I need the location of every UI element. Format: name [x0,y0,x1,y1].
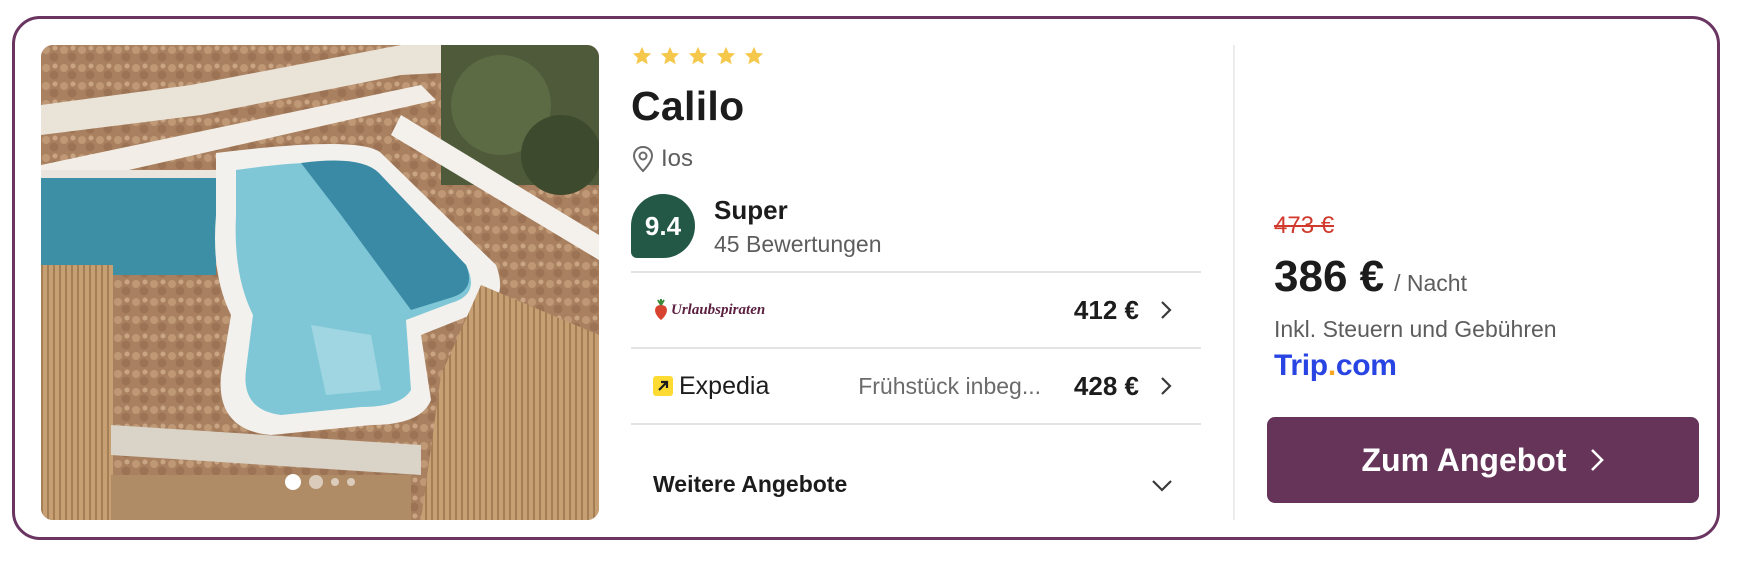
star-icon [716,46,736,65]
per-night-label: / Nacht [1394,270,1467,296]
star-icon [688,46,708,65]
expedia-arrow-icon [653,376,673,396]
pool-photo [41,45,599,520]
carousel-dot-4[interactable] [347,478,355,486]
map-pin-icon [632,145,654,173]
provider-name-part1: Trip [1274,349,1328,382]
offer-note: Frühstück inbeg... [858,372,1041,399]
hotel-photo-carousel[interactable] [41,45,599,520]
hotel-card[interactable]: Calilo Ios 9.4 Super 45 Bewertungen Urla… [12,16,1720,540]
expedia-wordmark: Expedia [679,371,770,400]
more-offers-toggle[interactable]: Weitere Angebote [631,465,1201,505]
offer-price: 412 € [1073,294,1139,325]
provider-name-dot: . [1327,349,1336,382]
carousel-dot-2[interactable] [309,475,323,489]
chevron-right-icon [1590,449,1604,471]
chevron-right-icon [1161,301,1172,319]
urlaubspiraten-logo: Urlaubspiraten [653,299,765,321]
offer-price: 428 € [1073,370,1139,401]
location-label: Ios [661,145,694,172]
chevron-down-icon [1152,480,1172,492]
score-badge: 9.4 [631,194,695,258]
offer-row-expedia[interactable]: Expedia Frühstück inbeg... 428 € [631,349,1201,423]
score-label: Super [714,195,788,225]
offer-row-urlaubspiraten[interactable]: Urlaubspiraten 412 € [631,273,1201,347]
strawberry-icon [655,299,667,320]
star-icon [632,46,652,65]
carousel-indicators[interactable] [41,474,599,490]
provider-name-part2: com [1335,349,1397,382]
carousel-dot-1[interactable] [285,474,301,490]
old-price: 473 € [1274,212,1335,239]
chevron-right-icon [1161,377,1172,395]
more-offers-label: Weitere Angebote [653,471,848,497]
price-row: 386 € / Nacht [1274,252,1467,302]
hotel-name[interactable]: Calilo [631,83,744,130]
star-icon [660,46,680,65]
divider [631,423,1201,425]
current-price: 386 € [1274,252,1385,301]
view-deal-button[interactable]: Zum Angebot [1267,417,1699,503]
urlaubspiraten-wordmark: Urlaubspiraten [671,301,766,318]
view-deal-label: Zum Angebot [1361,441,1567,478]
star-icon [744,46,764,65]
tax-note: Inkl. Steuern und Gebühren [1274,316,1557,342]
carousel-dot-3[interactable] [331,478,339,486]
review-count[interactable]: 45 Bewertungen [714,231,882,258]
expedia-logo: Expedia [653,372,769,401]
location: Ios [631,145,693,173]
provider-logo-trip: Trip.com [1274,349,1397,383]
star-rating [631,45,765,67]
column-divider [1233,45,1235,520]
